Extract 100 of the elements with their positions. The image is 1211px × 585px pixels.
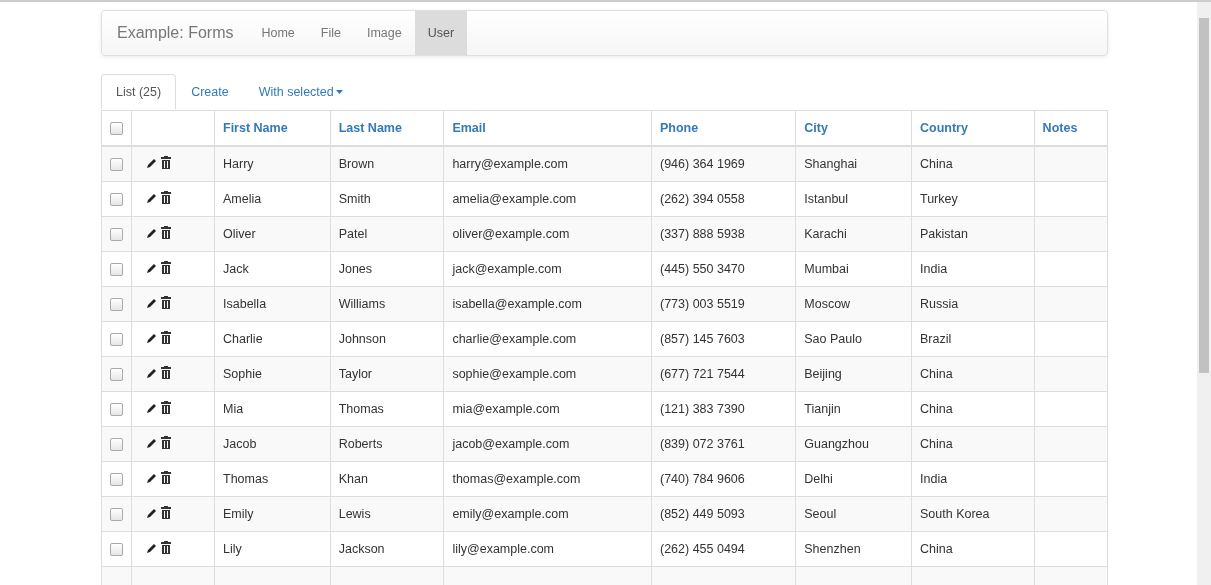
- pencil-icon[interactable]: [146, 541, 158, 554]
- table-cell: South Korea: [920, 507, 990, 521]
- pencil-icon[interactable]: [146, 156, 158, 169]
- table-cell: India: [920, 262, 948, 276]
- checkbox[interactable]: [110, 333, 123, 347]
- table-cell: (740) 784 9606: [660, 472, 745, 486]
- table-cell: Guangzhou: [804, 437, 869, 451]
- nav-link[interactable]: File: [307, 11, 354, 55]
- checkbox[interactable]: [110, 473, 123, 487]
- table-cell: charlie@example.com: [452, 332, 577, 346]
- checkbox[interactable]: [110, 368, 123, 382]
- table-cell: Sophie: [223, 367, 262, 381]
- scrollbar-thumb[interactable]: [1199, 18, 1209, 373]
- pencil-icon[interactable]: [146, 401, 158, 414]
- table-cell: Lily: [223, 542, 242, 556]
- checkbox[interactable]: [110, 438, 123, 452]
- table-cell: Jackson: [338, 542, 385, 556]
- table-cell: Roberts: [338, 437, 383, 451]
- table-cell: Patel: [338, 227, 368, 241]
- table-cell: (773) 003 5519: [660, 297, 745, 311]
- table-cell: China: [920, 542, 953, 556]
- trash-icon[interactable]: [161, 191, 171, 205]
- table-cell: (852) 449 5093: [660, 507, 745, 521]
- trash-icon[interactable]: [161, 541, 171, 555]
- table-cell: Beijing: [804, 367, 842, 381]
- table-cell: (445) 550 3470: [660, 262, 745, 276]
- table-cell: jack@example.com: [452, 262, 562, 276]
- table-cell: Thomas: [338, 402, 384, 416]
- scrollbar[interactable]: [1197, 2, 1211, 585]
- table-cell: Seoul: [804, 507, 837, 521]
- table-cell: Tianjin: [804, 402, 841, 416]
- trash-icon[interactable]: [161, 436, 171, 450]
- trash-icon[interactable]: [161, 506, 171, 520]
- table-cell: Shenzhen: [804, 542, 861, 556]
- table-cell: (677) 721 7544: [660, 367, 745, 381]
- nav-link[interactable]: Home: [248, 11, 308, 55]
- table-cell: (121) 383 7390: [660, 402, 745, 416]
- checkbox[interactable]: [110, 228, 123, 242]
- table-cell: (839) 072 3761: [660, 437, 745, 451]
- table-cell: (946) 364 1969: [660, 157, 745, 171]
- pencil-icon[interactable]: [146, 296, 158, 309]
- table-cell: Amelia: [223, 192, 262, 206]
- pencil-icon[interactable]: [146, 436, 158, 449]
- table-cell: Harry: [223, 157, 254, 171]
- trash-icon[interactable]: [161, 331, 171, 345]
- trash-icon[interactable]: [161, 401, 171, 415]
- trash-icon[interactable]: [161, 471, 171, 485]
- table-cell: Istanbul: [804, 192, 849, 206]
- trash-icon[interactable]: [161, 296, 171, 310]
- tab[interactable]: List (25): [101, 74, 177, 109]
- table-cell: China: [920, 157, 953, 171]
- table-cell: isabella@example.com: [452, 297, 582, 311]
- table-cell: China: [920, 437, 953, 451]
- table-cell: Lewis: [338, 507, 371, 521]
- trash-icon[interactable]: [161, 156, 171, 170]
- checkbox[interactable]: [110, 543, 123, 557]
- table-cell: Brown: [338, 157, 375, 171]
- table-cell: Thomas: [223, 472, 269, 486]
- pencil-icon[interactable]: [146, 471, 158, 484]
- table-cell: Johnson: [338, 332, 386, 346]
- pencil-icon[interactable]: [146, 191, 158, 204]
- table-cell: Sao Paulo: [804, 332, 862, 346]
- table-cell: Pakistan: [920, 227, 968, 241]
- caret-icon: [335, 90, 343, 94]
- nav-link[interactable]: Image: [353, 11, 415, 55]
- brand[interactable]: Example: Forms: [102, 11, 249, 55]
- pencil-icon[interactable]: [146, 506, 158, 519]
- trash-icon[interactable]: [161, 261, 171, 275]
- table-cell: (262) 455 0494: [660, 542, 745, 556]
- pencil-icon[interactable]: [146, 366, 158, 379]
- table-cell: Taylor: [338, 367, 373, 381]
- table-cell: Moscow: [804, 297, 851, 311]
- table-cell: Emily: [223, 507, 254, 521]
- checkbox[interactable]: [110, 158, 123, 172]
- table-cell: Karachi: [804, 227, 847, 241]
- table-cell: harry@example.com: [452, 157, 568, 171]
- checkbox[interactable]: [110, 263, 123, 277]
- table-cell: (262) 394 0558: [660, 192, 745, 206]
- table-cell: emily@example.com: [452, 507, 569, 521]
- nav-link[interactable]: User: [414, 11, 468, 55]
- table-cell: Brazil: [920, 332, 952, 346]
- table-cell: oliver@example.com: [452, 227, 570, 241]
- checkbox[interactable]: [110, 403, 123, 417]
- table-cell: Turkey: [920, 192, 958, 206]
- pencil-icon[interactable]: [146, 226, 158, 239]
- pencil-icon[interactable]: [146, 331, 158, 344]
- table-cell: sophie@example.com: [452, 367, 577, 381]
- checkbox[interactable]: [110, 122, 123, 136]
- trash-icon[interactable]: [161, 366, 171, 380]
- checkbox[interactable]: [110, 193, 123, 207]
- table-cell: Shanghai: [804, 157, 858, 171]
- trash-icon[interactable]: [161, 226, 171, 240]
- checkbox[interactable]: [110, 298, 123, 312]
- table-cell: Jacob: [223, 437, 257, 451]
- pencil-icon[interactable]: [146, 261, 158, 274]
- table-cell: China: [920, 367, 953, 381]
- table-cell: Jack: [223, 262, 249, 276]
- table-cell: thomas@example.com: [452, 472, 581, 486]
- checkbox[interactable]: [110, 508, 123, 522]
- table-cell: (857) 145 7603: [660, 332, 745, 346]
